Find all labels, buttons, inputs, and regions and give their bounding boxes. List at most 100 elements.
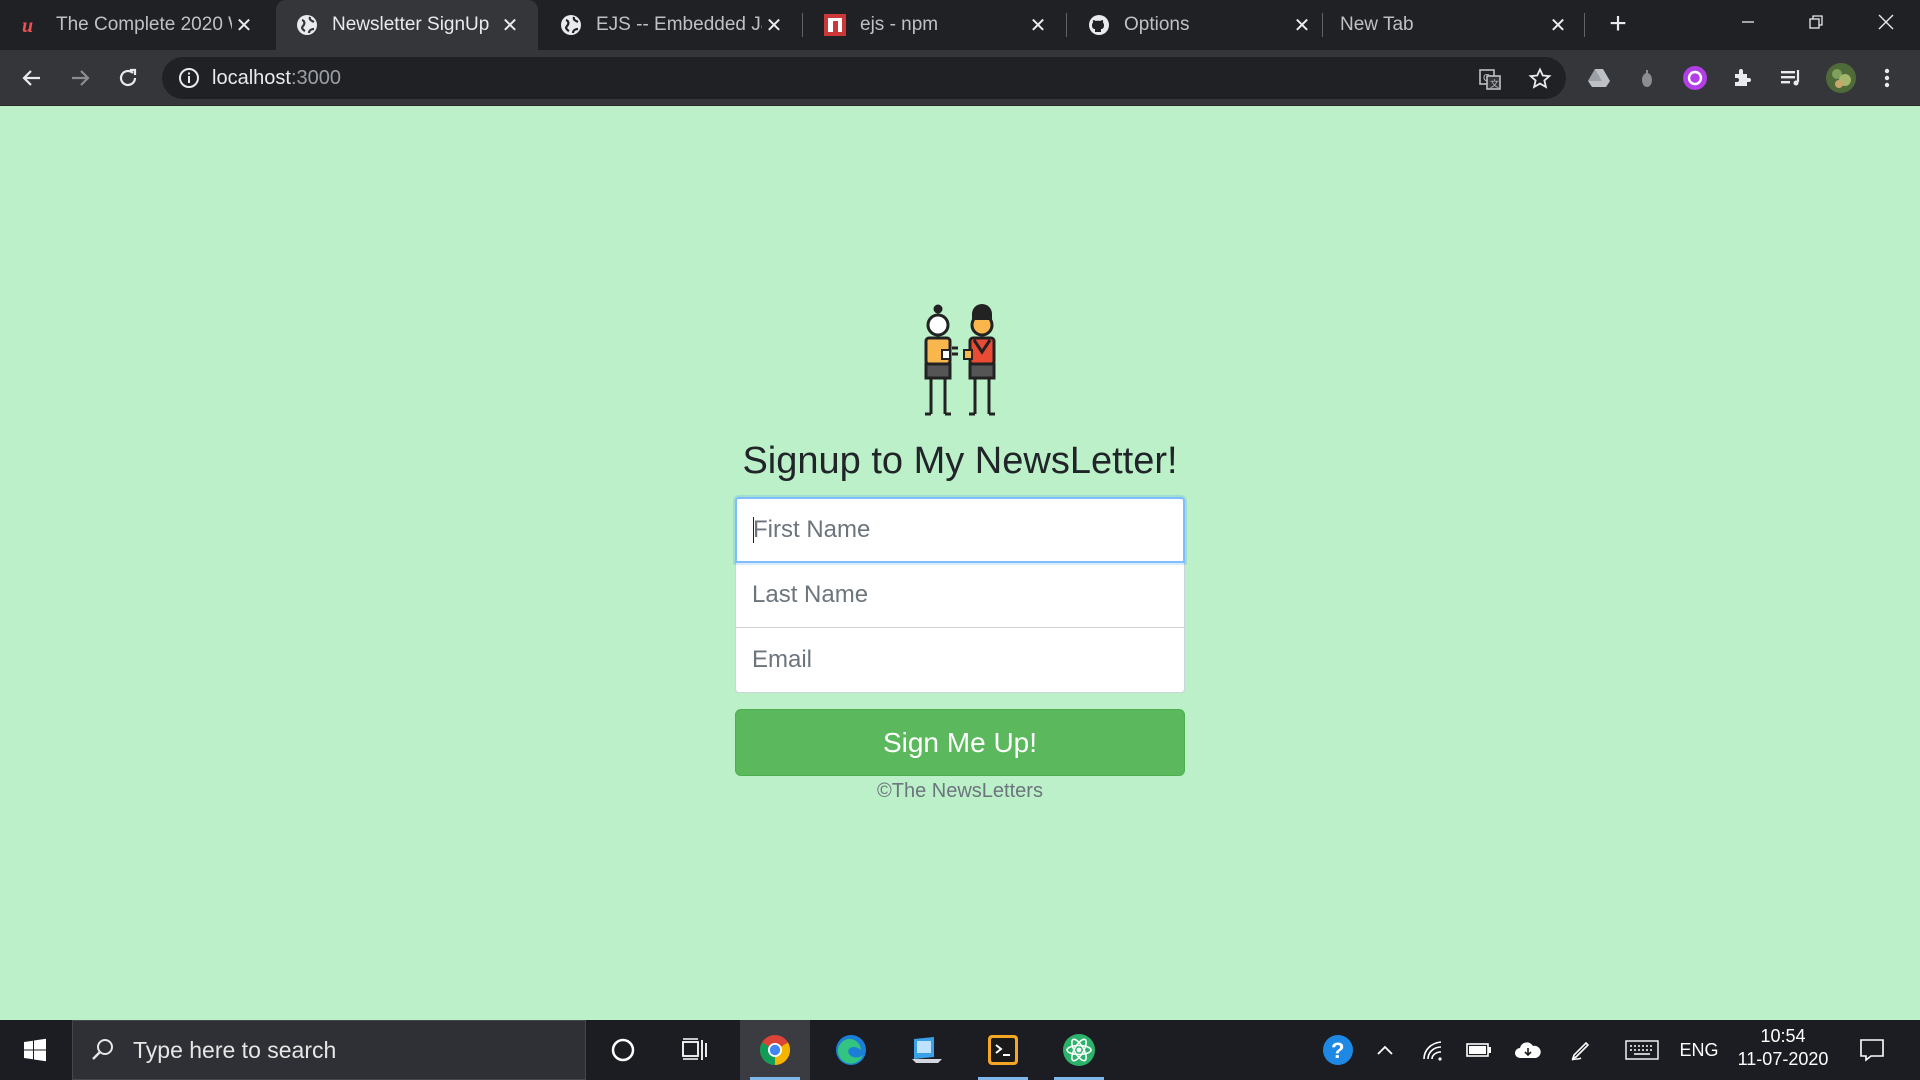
github-icon (1088, 14, 1110, 36)
udemy-icon: u (20, 14, 42, 36)
clock-date: 11-07-2020 (1737, 1049, 1829, 1069)
browser-toolbar: localhost:3000 G文 (0, 50, 1920, 106)
google-drive-icon[interactable] (1584, 63, 1614, 93)
translate-icon[interactable]: G文 (1478, 67, 1502, 91)
email-input[interactable] (735, 627, 1185, 693)
cortana-icon (611, 1038, 635, 1062)
arrow-right-icon (72, 70, 90, 86)
url-host: localhost (212, 67, 291, 89)
edge-taskbar-button[interactable] (816, 1020, 886, 1080)
url-port: :3000 (290, 67, 341, 89)
action-center-button[interactable] (1852, 1020, 1892, 1080)
chrome-taskbar-button[interactable] (740, 1020, 810, 1080)
forward-button[interactable] (64, 62, 96, 94)
tab-title: New Tab (1340, 14, 1414, 35)
wifi-tray-button[interactable] (1416, 1020, 1450, 1080)
show-hidden-icons-button[interactable] (1370, 1020, 1400, 1080)
arrow-left-icon (22, 70, 40, 86)
tab-title: ejs - npm (860, 14, 939, 35)
file-manager-taskbar-button[interactable] (892, 1020, 962, 1080)
atom-icon (1063, 1034, 1095, 1066)
svg-text:u: u (22, 15, 33, 36)
first-name-input[interactable] (735, 497, 1185, 563)
browser-menu-icon[interactable] (1872, 63, 1902, 93)
bookmark-star-icon[interactable] (1528, 67, 1552, 91)
tab-title: Options (1124, 14, 1190, 35)
first-name-wrapper (735, 497, 1185, 563)
tab-new-tab[interactable]: New Tab ✕ (1324, 0, 1586, 50)
close-tab-icon[interactable]: ✕ (232, 13, 256, 37)
new-tab-button[interactable]: + (1602, 9, 1634, 40)
url-text[interactable]: localhost:3000 (212, 67, 341, 90)
extensions-puzzle-icon[interactable] (1728, 63, 1758, 93)
svg-text:文: 文 (1490, 78, 1499, 90)
tab-strip: u The Complete 2020 W ✕ Newsletter SignU… (0, 0, 1920, 50)
pen-tray-button[interactable] (1564, 1020, 1598, 1080)
battery-tray-button[interactable] (1462, 1020, 1496, 1080)
close-window-button[interactable] (1852, 0, 1920, 44)
tab-ejs-docs[interactable]: EJS -- Embedded Jav ✕ (540, 0, 802, 50)
reload-button[interactable] (112, 62, 144, 94)
close-icon (1878, 14, 1894, 30)
cloud-icon (1515, 1042, 1541, 1058)
friends-illustration (924, 304, 996, 416)
tab-divider (1066, 13, 1067, 37)
terminal-taskbar-button[interactable] (968, 1020, 1038, 1080)
taskbar-search-box[interactable]: Type here to search (72, 1020, 586, 1080)
tab-title: Newsletter SignUp (332, 14, 490, 35)
sign-up-button[interactable]: Sign Me Up! (735, 709, 1185, 776)
task-view-icon (682, 1038, 707, 1060)
battery-icon (1466, 1043, 1491, 1057)
notification-icon (1860, 1039, 1884, 1062)
address-bar[interactable]: localhost:3000 G文 (162, 57, 1566, 99)
globe-icon (296, 14, 318, 36)
restore-button[interactable] (1782, 0, 1850, 44)
profile-avatar[interactable] (1824, 61, 1858, 95)
keyboard-icon (1625, 1040, 1659, 1060)
taskbar-clock[interactable]: 10:54 11-07-2020 (1728, 1020, 1838, 1080)
text-cursor (753, 517, 754, 543)
input-language-indicator[interactable]: ENG (1674, 1020, 1724, 1080)
task-view-button[interactable] (664, 1020, 726, 1080)
page-body: Signup to My NewsLetter! Sign Me Up! ©Th… (0, 106, 1920, 1020)
minimize-button[interactable] (1714, 0, 1782, 44)
media-queue-icon[interactable] (1776, 63, 1806, 93)
cortana-button[interactable] (592, 1020, 654, 1080)
last-name-input[interactable] (735, 562, 1185, 628)
close-tab-icon[interactable]: ✕ (1026, 13, 1050, 37)
close-tab-icon[interactable]: ✕ (1290, 13, 1314, 37)
terminal-icon (988, 1035, 1018, 1065)
tab-github-options[interactable]: Options ✕ (1068, 0, 1330, 50)
back-button[interactable] (16, 62, 48, 94)
search-placeholder: Type here to search (133, 1036, 337, 1063)
restore-icon (1809, 15, 1823, 29)
laptop-folder-icon (912, 1037, 942, 1063)
onedrive-tray-button[interactable] (1510, 1020, 1546, 1080)
touch-keyboard-button[interactable] (1622, 1020, 1662, 1080)
edge-icon (836, 1035, 866, 1065)
start-button[interactable] (0, 1020, 70, 1080)
tab-ejs-npm[interactable]: ejs - npm ✕ (804, 0, 1066, 50)
extension-mouse-icon[interactable] (1632, 63, 1662, 93)
windows-taskbar: Type here to search ? ENG 10:54 11-07-20… (0, 1020, 1920, 1080)
close-tab-icon[interactable]: ✕ (498, 13, 522, 37)
tab-udemy[interactable]: u The Complete 2020 W ✕ (0, 0, 272, 50)
windows-logo-icon (24, 1038, 46, 1062)
reload-icon (119, 68, 137, 87)
close-tab-icon[interactable]: ✕ (1546, 13, 1570, 37)
atom-taskbar-button[interactable] (1044, 1020, 1114, 1080)
wifi-icon (1423, 1041, 1442, 1061)
help-tray-button[interactable]: ? (1318, 1020, 1358, 1080)
site-info-icon[interactable] (178, 67, 200, 89)
chevron-up-icon (1377, 1045, 1393, 1055)
extension-purple-icon[interactable] (1680, 63, 1710, 93)
help-icon: ? (1323, 1035, 1353, 1065)
tab-newsletter-signup[interactable]: Newsletter SignUp ✕ (276, 0, 538, 50)
npm-icon (824, 14, 846, 36)
clock-time: 10:54 (1760, 1026, 1806, 1046)
pen-icon (1571, 1041, 1590, 1061)
close-tab-icon[interactable]: ✕ (762, 13, 786, 37)
tab-divider (802, 13, 803, 37)
tab-title: The Complete 2020 W (56, 14, 232, 35)
copyright-footer: ©The NewsLetters (877, 780, 1043, 802)
